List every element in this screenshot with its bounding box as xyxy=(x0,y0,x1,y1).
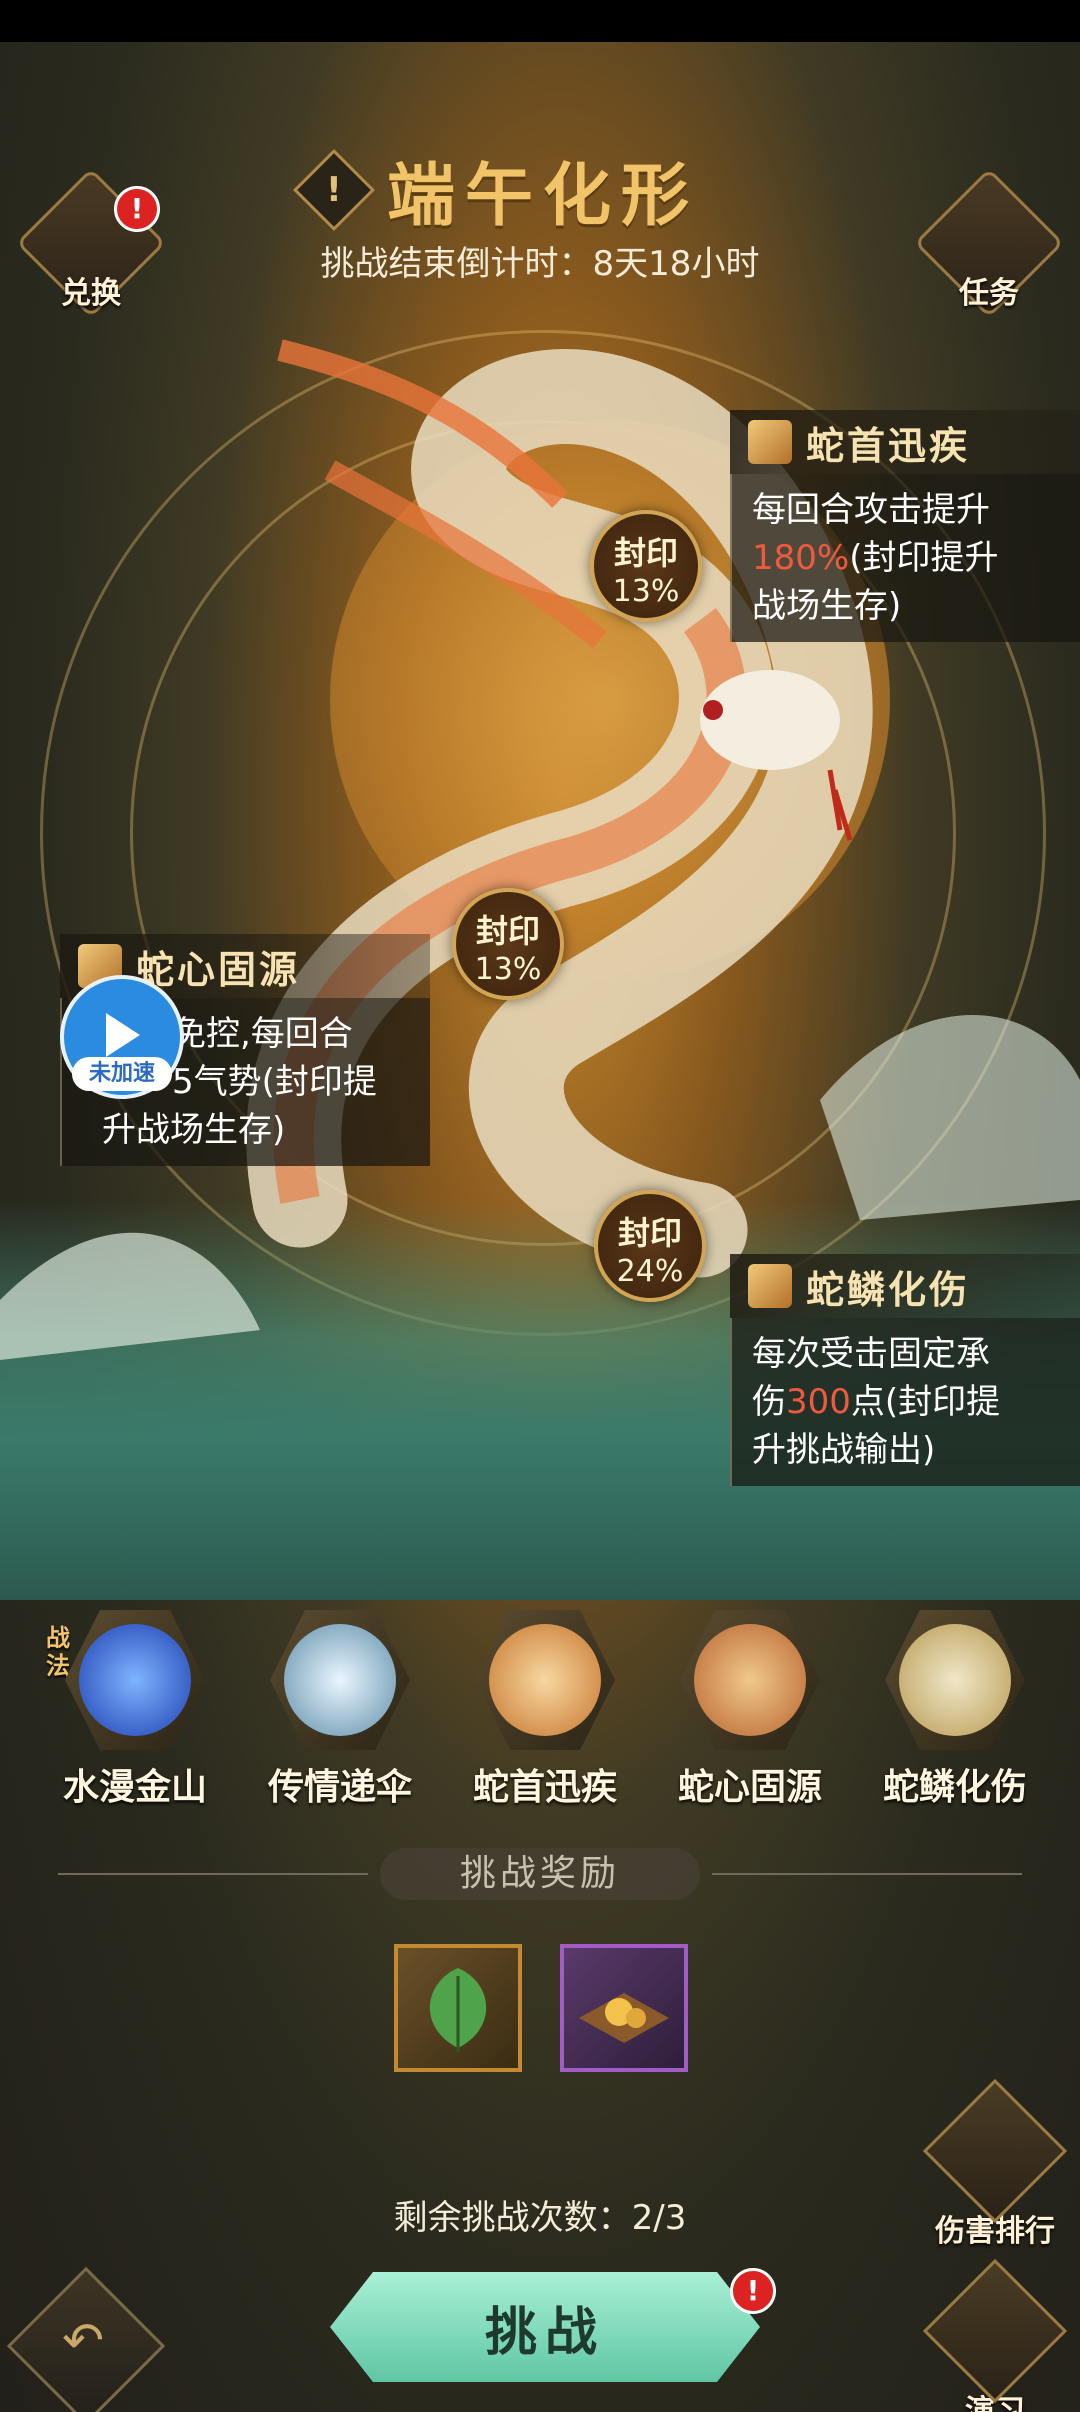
desc-text: 点(封印提 xyxy=(850,1382,1001,1422)
skill-label: 蛇心固源 xyxy=(677,1766,822,1808)
desc-line: 5气势(封印提 xyxy=(172,1062,377,1102)
desc-line: 180%(封印提升 xyxy=(752,534,1060,582)
notification-badge: ! xyxy=(114,186,160,232)
skill-label: 水漫金山 xyxy=(62,1766,207,1808)
back-arrow-icon: ↶ xyxy=(62,2311,105,2370)
callout-desc: 每次受击固定承 伤300点(封印提 升挑战输出) xyxy=(730,1318,1080,1486)
skill-item[interactable]: 战法 水漫金山 xyxy=(40,1610,230,1810)
desc-line: 每回合攻击提升 xyxy=(752,490,990,530)
skill-label: 传情递伞 xyxy=(267,1766,412,1808)
damage-rank-button[interactable]: 伤害排行 xyxy=(920,2078,1070,2250)
desc-line: 升战场生存) xyxy=(102,1110,286,1150)
seal-label: 封印 xyxy=(475,912,540,950)
skill-label: 蛇首迅疾 xyxy=(472,1766,617,1808)
divider xyxy=(58,1873,368,1875)
seal-label: 封印 xyxy=(613,534,678,572)
desc-line: 升挑战输出) xyxy=(752,1430,936,1470)
notification-badge: ! xyxy=(730,2268,776,2314)
seal-heart[interactable]: 封印 13% xyxy=(452,888,564,1000)
callout-head: 蛇鳞化伤 xyxy=(730,1254,1080,1318)
sword-icon xyxy=(922,2258,1068,2404)
skill-item[interactable]: 蛇鳞化伤 xyxy=(860,1610,1050,1810)
desc-line: 免控,每回合 xyxy=(172,1014,353,1054)
bar-chart-banner-icon xyxy=(922,2078,1068,2224)
callout-head: 蛇首迅疾 xyxy=(730,410,1080,474)
desc-text: 伤 xyxy=(752,1382,786,1422)
exchange-label: 兑换 xyxy=(61,276,121,311)
event-screen: { "header": { "title": "端午化形", "alert_ic… xyxy=(0,0,1080,2412)
callout-serpent-head: 蛇首迅疾 每回合攻击提升 180%(封印提升 战场生存) xyxy=(730,410,1080,642)
back-button[interactable]: ↶ xyxy=(6,2266,166,2412)
serpent-head-icon xyxy=(748,420,792,464)
seal-head[interactable]: 封印 13% xyxy=(590,510,702,622)
serpent-head-icon xyxy=(489,1624,601,1736)
title-bar: ! 端午化形 xyxy=(292,140,700,239)
skill-item[interactable]: 传情递伞 xyxy=(245,1610,435,1810)
remaining-attempts: 剩余挑战次数：2/3 xyxy=(393,2198,687,2238)
play-icon xyxy=(106,1013,140,1057)
skill-item[interactable]: 蛇心固源 xyxy=(655,1610,845,1810)
desc-line: 战场生存) xyxy=(752,586,902,626)
skill-bar: 战法 水漫金山 传情递伞 蛇首迅疾 蛇心固源 蛇鳞化伤 xyxy=(40,1610,1050,1810)
reward-title: 挑战奖励 xyxy=(380,1848,700,1900)
seal-percent: 13% xyxy=(474,952,542,987)
zhanfa-tag: 战法 xyxy=(46,1624,70,1680)
callout-serpent-scale: 蛇鳞化伤 每次受击固定承 伤300点(封印提 升挑战输出) xyxy=(730,1254,1080,1486)
seal-label: 封印 xyxy=(617,1214,682,1252)
callout-desc: 每回合攻击提升 180%(封印提升 战场生存) xyxy=(730,474,1080,642)
water-wave-icon xyxy=(79,1624,191,1736)
speed-toggle[interactable]: 未加速 xyxy=(60,975,184,1099)
skill-item[interactable]: 蛇首迅疾 xyxy=(450,1610,640,1810)
serpent-heart-icon xyxy=(694,1624,806,1736)
skill-label: 蛇鳞化伤 xyxy=(882,1766,1027,1808)
desc-text: (封印提升 xyxy=(849,538,999,578)
seal-percent: 13% xyxy=(612,574,680,609)
reward-item[interactable] xyxy=(560,1944,688,2072)
challenge-label: 挑战 xyxy=(484,2301,605,2363)
exchange-button[interactable]: 兑换 ! xyxy=(16,168,166,318)
reward-item[interactable] xyxy=(394,1944,522,2072)
green-leaf-icon xyxy=(429,1968,487,2052)
speed-label: 未加速 xyxy=(72,1057,172,1091)
exclamation-icon[interactable]: ! xyxy=(292,148,376,231)
serpent-scale-icon xyxy=(748,1264,792,1308)
highlight-value: 300 xyxy=(786,1382,851,1422)
callout-name: 蛇鳞化伤 xyxy=(806,1266,971,1312)
desc-line: 伤300点(封印提 xyxy=(752,1378,1060,1426)
divider xyxy=(712,1873,1022,1875)
desc-line: 每次受击固定承 xyxy=(752,1334,990,1374)
heart-umbrella-icon xyxy=(284,1624,396,1736)
gold-ore-tray-icon xyxy=(579,1993,669,2043)
page-title: 端午化形 xyxy=(387,156,700,236)
highlight-value: 180% xyxy=(752,538,850,578)
task-label: 任务 xyxy=(959,276,1019,311)
challenge-button[interactable]: 挑战 xyxy=(330,2272,760,2382)
seal-percent: 24% xyxy=(616,1254,684,1289)
seal-scale[interactable]: 封印 24% xyxy=(594,1190,706,1302)
callout-name: 蛇首迅疾 xyxy=(806,422,971,468)
task-button[interactable]: 任务 xyxy=(914,168,1064,318)
callout-name: 蛇心固源 xyxy=(136,946,301,992)
practice-button[interactable]: 演习 xyxy=(922,2258,1068,2412)
serpent-scale-icon xyxy=(899,1624,1011,1736)
